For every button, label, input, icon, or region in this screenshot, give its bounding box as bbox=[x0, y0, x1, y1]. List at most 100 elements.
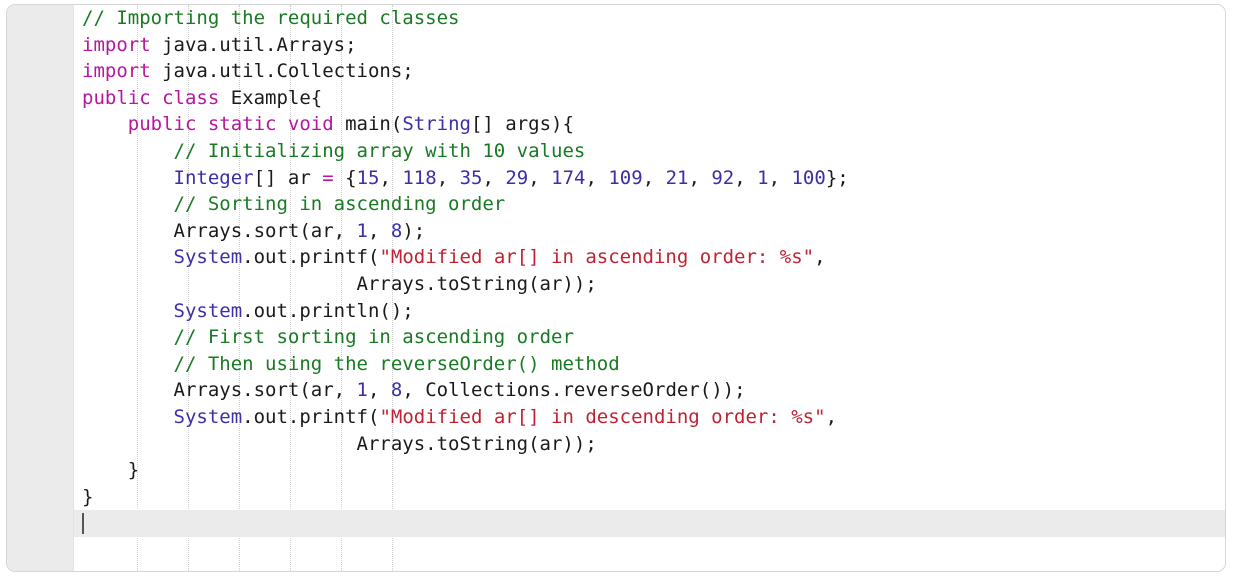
token-number: 8 bbox=[391, 379, 402, 401]
token-plain: [] args){ bbox=[471, 113, 574, 135]
token-comment: // Initializing array with 10 values bbox=[174, 140, 586, 162]
line-content-4[interactable]: public class Example{ bbox=[73, 85, 322, 112]
line-content-11[interactable]: Arrays.toString(ar)); bbox=[73, 271, 597, 298]
token-number: 118 bbox=[402, 167, 436, 189]
code-line-1[interactable]: 1// Importing the required classes bbox=[7, 5, 1225, 32]
line-content-8[interactable]: // Sorting in ascending order bbox=[73, 191, 505, 218]
line-content-7[interactable]: Integer[] ar = {15, 118, 35, 29, 174, 10… bbox=[73, 165, 849, 192]
token-plain bbox=[82, 140, 174, 162]
token-plain: Example{ bbox=[219, 87, 322, 109]
line-content-1[interactable]: // Importing the required classes bbox=[73, 5, 460, 32]
token-string: "Modified ar[] in descending order: %s" bbox=[379, 406, 825, 428]
line-content-6[interactable]: // Initializing array with 10 values bbox=[73, 138, 585, 165]
token-number: 29 bbox=[505, 167, 528, 189]
token-keyword: public static void bbox=[128, 113, 334, 135]
code-line-20[interactable]: 20 bbox=[7, 510, 1225, 537]
token-plain: , bbox=[528, 167, 551, 189]
token-string: "Modified ar[] in ascending order: %s" bbox=[379, 246, 814, 268]
token-plain: , bbox=[814, 246, 825, 268]
code-surface[interactable]: 1// Importing the required classes2impor… bbox=[7, 5, 1225, 571]
code-line-2[interactable]: 2import java.util.Arrays; bbox=[7, 32, 1225, 59]
token-plain bbox=[82, 113, 128, 135]
token-number: 35 bbox=[460, 167, 483, 189]
token-type: Integer bbox=[174, 167, 254, 189]
token-type: String bbox=[402, 113, 471, 135]
line-content-17[interactable]: Arrays.toString(ar)); bbox=[73, 431, 597, 458]
line-content-13[interactable]: // First sorting in ascending order bbox=[73, 324, 574, 351]
token-plain: , Collections.reverseOrder()); bbox=[402, 379, 745, 401]
line-number-gutter bbox=[7, 5, 74, 571]
code-line-18[interactable]: 18 } bbox=[7, 457, 1225, 484]
code-line-3[interactable]: 3import java.util.Collections; bbox=[7, 58, 1225, 85]
line-content-18[interactable]: } bbox=[73, 457, 139, 484]
code-line-8[interactable]: 8 // Sorting in ascending order bbox=[7, 191, 1225, 218]
token-number: 8 bbox=[391, 220, 402, 242]
token-plain: , bbox=[769, 167, 792, 189]
code-line-15[interactable]: 15 Arrays.sort(ar, 1, 8, Collections.rev… bbox=[7, 377, 1225, 404]
token-plain: java.util.Collections; bbox=[151, 60, 414, 82]
code-line-11[interactable]: 11 Arrays.toString(ar)); bbox=[7, 271, 1225, 298]
token-plain bbox=[82, 406, 174, 428]
line-content-5[interactable]: public static void main(String[] args){ bbox=[73, 111, 574, 138]
code-line-7[interactable]: 7 Integer[] ar = {15, 118, 35, 29, 174, … bbox=[7, 165, 1225, 192]
code-line-17[interactable]: 17 Arrays.toString(ar)); bbox=[7, 431, 1225, 458]
token-plain bbox=[82, 193, 174, 215]
code-line-5[interactable]: 5▾ public static void main(String[] args… bbox=[7, 111, 1225, 138]
code-line-14[interactable]: 14 // Then using the reverseOrder() meth… bbox=[7, 351, 1225, 378]
token-plain bbox=[82, 300, 174, 322]
token-plain bbox=[82, 353, 174, 375]
token-plain: ); bbox=[402, 220, 425, 242]
line-content-19[interactable]: } bbox=[73, 484, 93, 511]
token-plain: Arrays.sort(ar, bbox=[82, 379, 357, 401]
token-number: 92 bbox=[711, 167, 734, 189]
code-line-19[interactable]: 19} bbox=[7, 484, 1225, 511]
token-plain: .out.printf( bbox=[242, 246, 379, 268]
code-line-9[interactable]: 9 Arrays.sort(ar, 1, 8); bbox=[7, 218, 1225, 245]
token-number: 15 bbox=[357, 167, 380, 189]
token-operator: = bbox=[322, 167, 333, 189]
code-line-4[interactable]: 4▾public class Example{ bbox=[7, 85, 1225, 112]
token-plain: .out.println(); bbox=[242, 300, 414, 322]
token-number: 1 bbox=[357, 379, 368, 401]
code-editor[interactable]: 1// Importing the required classes2impor… bbox=[0, 0, 1240, 578]
code-line-10[interactable]: 10 System.out.printf("Modified ar[] in a… bbox=[7, 244, 1225, 271]
token-keyword: import bbox=[82, 34, 151, 56]
code-line-6[interactable]: 6 // Initializing array with 10 values bbox=[7, 138, 1225, 165]
token-number: 174 bbox=[551, 167, 585, 189]
token-plain: main( bbox=[334, 113, 403, 135]
token-plain: , bbox=[368, 220, 391, 242]
line-content-9[interactable]: Arrays.sort(ar, 1, 8); bbox=[73, 218, 425, 245]
editor-frame: 1// Importing the required classes2impor… bbox=[6, 4, 1226, 572]
line-content-15[interactable]: Arrays.sort(ar, 1, 8, Collections.revers… bbox=[73, 377, 746, 404]
token-comment: // Importing the required classes bbox=[82, 7, 460, 29]
token-type: System bbox=[174, 246, 243, 268]
token-plain bbox=[82, 326, 174, 348]
token-plain: , bbox=[734, 167, 757, 189]
token-type: System bbox=[174, 406, 243, 428]
line-content-16[interactable]: System.out.printf("Modified ar[] in desc… bbox=[73, 404, 837, 431]
line-content-14[interactable]: // Then using the reverseOrder() method bbox=[73, 351, 620, 378]
code-line-13[interactable]: 13 // First sorting in ascending order bbox=[7, 324, 1225, 351]
token-plain: , bbox=[437, 167, 460, 189]
token-plain: }; bbox=[826, 167, 849, 189]
token-comment: // Then using the reverseOrder() method bbox=[174, 353, 620, 375]
token-comment: // First sorting in ascending order bbox=[174, 326, 574, 348]
token-plain: , bbox=[688, 167, 711, 189]
line-content-12[interactable]: System.out.println(); bbox=[73, 298, 414, 325]
token-number: 1 bbox=[757, 167, 768, 189]
token-plain: } bbox=[82, 459, 139, 481]
code-line-16[interactable]: 16 System.out.printf("Modified ar[] in d… bbox=[7, 404, 1225, 431]
token-number: 1 bbox=[357, 220, 368, 242]
token-plain bbox=[82, 167, 174, 189]
line-content-20[interactable] bbox=[73, 510, 82, 537]
line-content-3[interactable]: import java.util.Collections; bbox=[73, 58, 414, 85]
line-content-2[interactable]: import java.util.Arrays; bbox=[73, 32, 357, 59]
token-plain: , bbox=[585, 167, 608, 189]
line-content-10[interactable]: System.out.printf("Modified ar[] in asce… bbox=[73, 244, 826, 271]
code-line-12[interactable]: 12 System.out.println(); bbox=[7, 298, 1225, 325]
text-caret bbox=[82, 513, 84, 534]
token-plain bbox=[82, 246, 174, 268]
code-lines[interactable]: 1// Importing the required classes2impor… bbox=[7, 5, 1225, 537]
token-number: 100 bbox=[791, 167, 825, 189]
token-plain: Arrays.toString(ar)); bbox=[82, 273, 597, 295]
